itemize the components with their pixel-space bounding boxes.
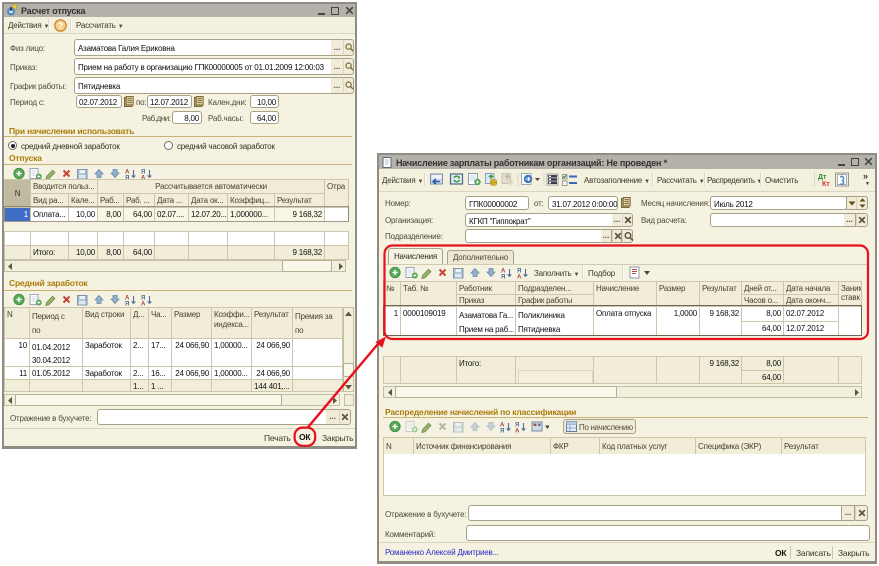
svg-text:А: А: [141, 302, 146, 307]
svg-text:Я: Я: [501, 275, 505, 280]
svg-text:Я: Я: [125, 302, 129, 307]
svg-text:Я: Я: [500, 429, 504, 434]
svg-text:А: А: [517, 275, 522, 280]
svg-text:А: А: [515, 429, 520, 434]
svg-text:Кт: Кт: [822, 181, 830, 188]
svg-text:?: ?: [58, 21, 63, 31]
svg-text:Дт: Дт: [818, 174, 827, 181]
